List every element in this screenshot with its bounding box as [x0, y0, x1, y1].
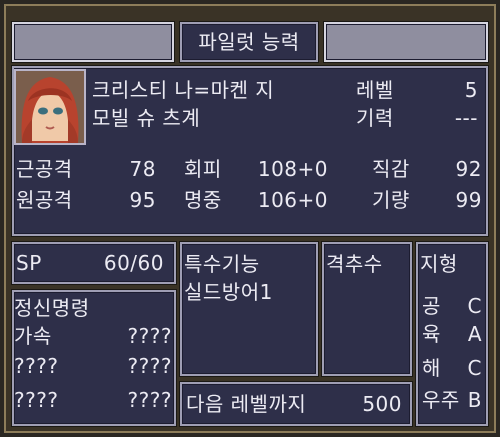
spirit-commands-panel: 정신명령 가속 ???? ???? ???? ???? ????: [12, 290, 176, 426]
accuracy-label: 명중: [184, 188, 222, 212]
top-left-blank-panel: [12, 22, 174, 62]
special-abilities-panel: 특수기능 실드방어1: [180, 242, 318, 376]
sp-label: SP: [16, 251, 42, 275]
intuition-label: 직감: [372, 157, 410, 181]
level-value: 5: [464, 78, 478, 102]
terrain-land-grade: A: [467, 322, 482, 346]
sp-value: 60/60: [103, 251, 164, 275]
spirit-command-item[interactable]: ????: [14, 388, 58, 412]
intuition-value: 92: [455, 157, 482, 181]
page-title: 파일럿 능력: [198, 30, 300, 54]
terrain-title: 지형: [420, 252, 458, 276]
level-label: 레벨: [356, 78, 394, 102]
special-abilities-title: 특수기능: [184, 252, 260, 276]
accuracy-value: 106+0: [257, 188, 328, 212]
terrain-sea-grade: C: [467, 356, 482, 380]
terrain-air-label: 공: [422, 294, 441, 318]
spirit-commands-title: 정신명령: [14, 296, 90, 320]
spirit-command-item[interactable]: ????: [98, 324, 172, 348]
shootdown-panel: 격추수: [322, 242, 412, 376]
special-ability-item[interactable]: 실드방어1: [184, 280, 273, 304]
spirit-command-item[interactable]: ????: [98, 388, 172, 412]
spirit-command-item[interactable]: 가속: [14, 324, 52, 348]
evasion-value: 108+0: [257, 157, 328, 181]
ranged-label: 원공격: [16, 188, 73, 212]
terrain-sea-label: 해: [422, 356, 441, 380]
skill-label: 기량: [372, 188, 410, 212]
next-level-panel: 다음 레벨까지 500: [180, 382, 412, 426]
skill-value: 99: [455, 188, 482, 212]
terrain-space-grade: B: [467, 388, 482, 412]
pilot-portrait-image: [16, 71, 84, 143]
spirit-command-item[interactable]: ????: [98, 354, 172, 378]
shootdown-title: 격추수: [326, 252, 383, 276]
top-right-blank-panel: [324, 22, 488, 62]
melee-label: 근공격: [16, 157, 73, 181]
spirit-command-item[interactable]: ????: [14, 354, 58, 378]
ranged-value: 95: [129, 188, 156, 212]
unit-type: 모빌 슈 츠계: [92, 106, 201, 130]
terrain-panel: 지형 공 C 육 A 해 C 우주 B: [416, 242, 488, 426]
next-level-value: 500: [362, 392, 402, 416]
next-level-label: 다음 레벨까지: [186, 392, 307, 416]
header-panel: 파일럿 능력: [180, 22, 318, 62]
pilot-portrait: [14, 69, 86, 145]
terrain-air-grade: C: [467, 294, 482, 318]
terrain-land-label: 육: [422, 322, 441, 346]
energy-label: 기력: [356, 106, 394, 130]
sp-panel: SP 60/60: [12, 242, 176, 284]
energy-value: ---: [454, 106, 478, 130]
evasion-label: 회피: [184, 157, 222, 181]
melee-value: 78: [129, 157, 156, 181]
terrain-space-label: 우주: [422, 388, 460, 412]
pilot-name: 크리스티 나=마켄 지: [92, 78, 275, 102]
